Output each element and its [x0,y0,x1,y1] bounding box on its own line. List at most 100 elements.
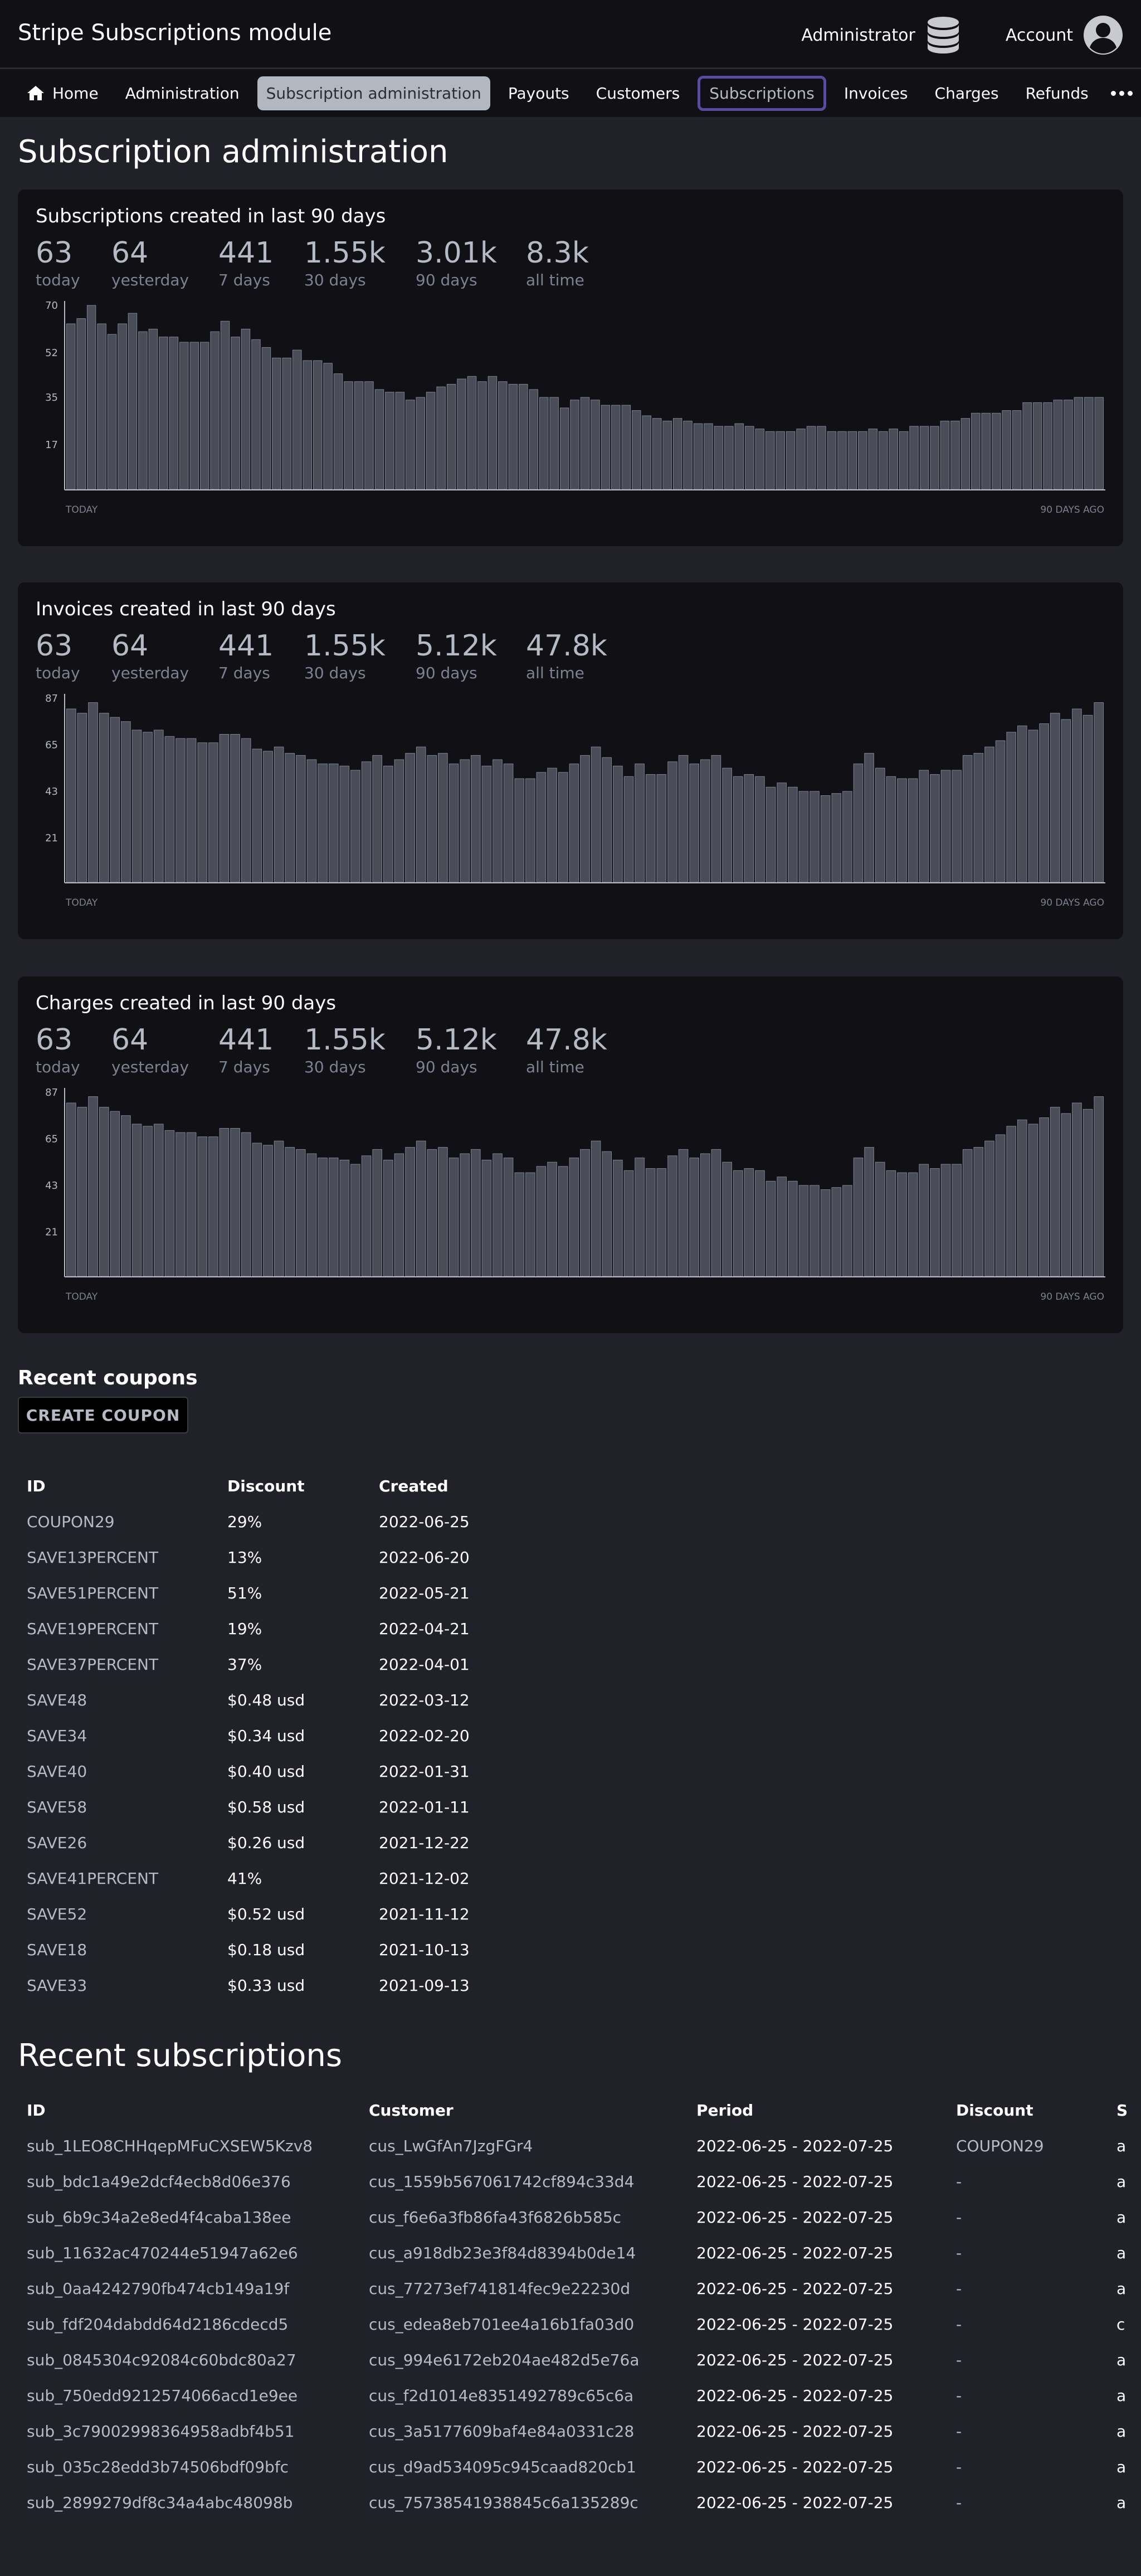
nav-administration[interactable]: Administration [116,76,248,110]
chart-bar [197,742,208,883]
table-row[interactable]: sub_035c28edd3b74506bdf09bfc cus_d9ad5340… [18,2449,1141,2485]
table-row[interactable]: sub_0845304c92084c60bdc80a27 cus_994e6172… [18,2342,1141,2378]
coupon-id[interactable]: SAVE34 [18,1718,218,1753]
coupon-id[interactable]: SAVE13PERCENT [18,1539,218,1575]
table-row[interactable]: SAVE48 $0.48 usd 2022-03-12 [18,1682,481,1718]
chart-bar [385,392,394,490]
table-row[interactable]: sub_2899279df8c34a4abc48098b cus_75738541… [18,2485,1141,2520]
chart-bar [285,753,295,883]
coupon-id[interactable]: SAVE41PERCENT [18,1860,218,1896]
subscription-id[interactable]: sub_2899279df8c34a4abc48098b [18,2485,360,2520]
nav-subscription-administration[interactable]: Subscription administration [257,76,490,110]
table-row[interactable]: SAVE19PERCENT 19% 2022-04-21 [18,1611,481,1646]
nav-home[interactable]: Home [18,76,108,110]
chart-bar [86,305,96,490]
customer-id[interactable]: cus_f2d1014e8351492789c65c6a [360,2378,687,2413]
nav-customers[interactable]: Customers [587,76,689,110]
table-row[interactable]: sub_3c79002998364958adbf4b51 cus_3a517760… [18,2413,1141,2449]
database-icon[interactable] [925,16,961,55]
customer-id[interactable]: cus_a918db23e3f84d8394b0de14 [360,2235,687,2271]
chart-bar [339,765,350,883]
coupon-id[interactable]: COUPON29 [18,1504,218,1539]
chart-bar [344,381,353,490]
table-row[interactable]: SAVE34 $0.34 usd 2022-02-20 [18,1718,481,1753]
customer-id[interactable]: cus_1559b567061742cf894c33d4 [360,2164,687,2199]
subscription-id[interactable]: sub_11632ac470244e51947a62e6 [18,2235,360,2271]
table-row[interactable]: sub_750edd9212574066acd1e9ee cus_f2d1014e… [18,2378,1141,2413]
administrator-link[interactable]: Administrator [801,26,915,45]
chart-bar [602,757,612,883]
table-row[interactable]: SAVE18 $0.18 usd 2021-10-13 [18,1932,481,1967]
nav-charges[interactable]: Charges [926,76,1008,110]
coupon-id[interactable]: SAVE19PERCENT [18,1611,218,1646]
subscription-id[interactable]: sub_0aa4242790fb474cb149a19f [18,2271,360,2306]
more-menu-icon[interactable] [1110,90,1133,96]
coupon-id[interactable]: SAVE51PERCENT [18,1575,218,1611]
table-row[interactable]: SAVE41PERCENT 41% 2021-12-02 [18,1860,481,1896]
nav-payouts[interactable]: Payouts [499,76,578,110]
subscription-id[interactable]: sub_1LEO8CHHqepMFuCXSEW5Kzv8 [18,2128,360,2164]
account-link[interactable]: Account [1006,26,1073,45]
coupon-id[interactable]: SAVE40 [18,1753,218,1789]
table-row[interactable]: SAVE37PERCENT 37% 2022-04-01 [18,1646,481,1682]
subscription-id[interactable]: sub_035c28edd3b74506bdf09bfc [18,2449,360,2485]
chart-bar [1061,1113,1071,1277]
coupon-id[interactable]: SAVE26 [18,1825,218,1860]
chart-bar [558,772,568,883]
subscription-id[interactable]: sub_0845304c92084c60bdc80a27 [18,2342,360,2378]
chart-bar [623,776,634,883]
subscription-id[interactable]: sub_6b9c34a2e8ed4f4caba138ee [18,2199,360,2235]
table-row[interactable]: SAVE51PERCENT 51% 2022-05-21 [18,1575,481,1611]
table-row[interactable]: sub_bdc1a49e2dcf4ecb8d06e376 cus_1559b567… [18,2164,1141,2199]
create-coupon-button[interactable]: CREATE COUPON [18,1397,188,1433]
coupon-created: 2022-05-21 [379,1583,470,1602]
chart-bar [693,423,703,490]
chart-bar [536,772,547,883]
table-row[interactable]: sub_0aa4242790fb474cb149a19f cus_77273ef7… [18,2271,1141,2306]
nav-subscriptions[interactable]: Subscriptions [698,75,826,111]
customer-id[interactable]: cus_3a5177609baf4e84a0331c28 [360,2413,687,2449]
coupon-id[interactable]: SAVE33 [18,1967,218,2003]
chart-bar [318,1158,328,1277]
customer-id[interactable]: cus_77273ef741814fec9e22230d [360,2271,687,2306]
subscription-id[interactable]: sub_fdf204dabdd64d2186cdecd5 [18,2306,360,2342]
customer-id[interactable]: cus_LwGfAn7JzgFGr4 [360,2128,687,2164]
customer-id[interactable]: cus_f6e6a3fb86fa43f6826b585c [360,2199,687,2235]
table-row[interactable]: SAVE33 $0.33 usd 2021-09-13 [18,1967,481,2003]
table-row[interactable]: sub_6b9c34a2e8ed4f4caba138ee cus_f6e6a3fb… [18,2199,1141,2235]
coupon-id[interactable]: SAVE18 [18,1932,218,1967]
subscription-id[interactable]: sub_3c79002998364958adbf4b51 [18,2413,360,2449]
coupon-id[interactable]: SAVE58 [18,1789,218,1825]
subscription-id[interactable]: sub_750edd9212574066acd1e9ee [18,2378,360,2413]
table-row[interactable]: SAVE52 $0.52 usd 2021-11-12 [18,1896,481,1932]
customer-id[interactable]: cus_edea8eb701ee4a16b1fa03d0 [360,2306,687,2342]
table-row[interactable]: sub_1LEO8CHHqepMFuCXSEW5Kzv8 cus_LwGfAn7J… [18,2128,1141,2164]
coupon-id[interactable]: SAVE48 [18,1682,218,1718]
chart-bar [263,751,273,883]
customer-id[interactable]: cus_d9ad534095c945caad820cb1 [360,2449,687,2485]
subscription-id[interactable]: sub_bdc1a49e2dcf4ecb8d06e376 [18,2164,360,2199]
customer-id[interactable]: cus_75738541938845c6a135289c [360,2485,687,2520]
customer-id[interactable]: cus_994e6172eb204ae482d5e76a [360,2342,687,2378]
account-icon[interactable] [1083,15,1123,55]
coupon-id[interactable]: SAVE37PERCENT [18,1646,218,1682]
chart-bar [460,1153,470,1277]
table-row[interactable]: SAVE40 $0.40 usd 2022-01-31 [18,1753,481,1789]
table-row[interactable]: sub_fdf204dabdd64d2186cdecd5 cus_edea8eb7… [18,2306,1141,2342]
chart-bar [1050,713,1060,883]
coupon-id[interactable]: SAVE52 [18,1896,218,1932]
table-row[interactable]: SAVE58 $0.58 usd 2022-01-11 [18,1789,481,1825]
nav-invoices[interactable]: Invoices [835,76,917,110]
table-row[interactable]: SAVE13PERCENT 13% 2022-06-20 [18,1539,481,1575]
table-row[interactable]: COUPON29 29% 2022-06-25 [18,1504,481,1539]
chart-bar [1094,1096,1104,1277]
chart-bar [175,738,186,883]
table-row[interactable]: SAVE26 $0.26 usd 2021-12-22 [18,1825,481,1860]
chart-bar [154,1124,164,1277]
nav-refunds[interactable]: Refunds [1017,76,1098,110]
chart-bar [734,423,744,490]
chart-bar [810,791,820,883]
y-tick-label: 43 [45,786,58,798]
table-row[interactable]: sub_11632ac470244e51947a62e6 cus_a918db23… [18,2235,1141,2271]
chart-bar [722,767,732,883]
